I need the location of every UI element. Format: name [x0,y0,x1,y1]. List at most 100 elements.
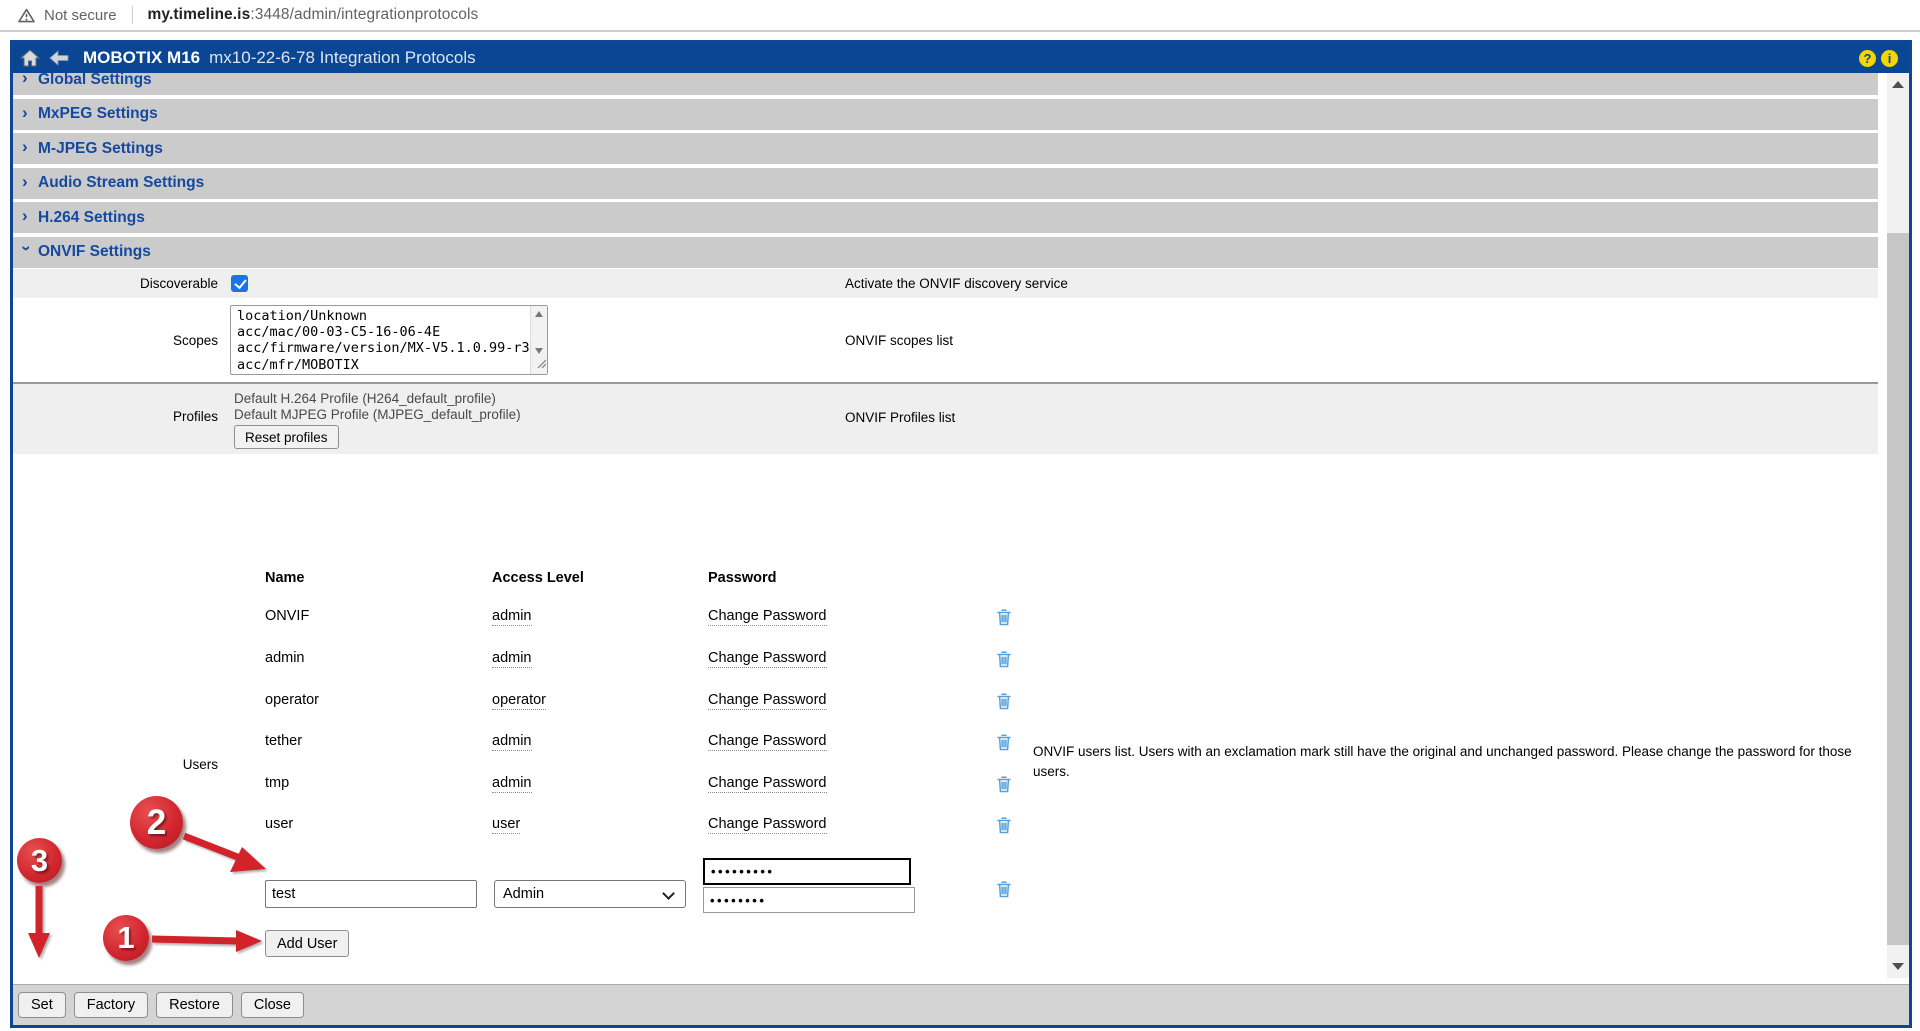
section-list: › Global Settings › MxPEG Settings › M-J… [13,73,1878,271]
section-label: M-JPEG Settings [38,140,163,158]
discoverable-description: Activate the ONVIF discovery service [845,269,1068,298]
footer-button-restore[interactable]: Restore [156,992,233,1018]
user-row-tether: tether admin Change Password [265,733,1055,753]
chevron-right-icon: › [22,138,32,155]
footer-button-set[interactable]: Set [18,992,66,1018]
scopes-label: Scopes [13,333,218,348]
help-icon[interactable]: ? [1859,50,1876,67]
back-icon[interactable] [49,50,69,66]
users-row: Users Name Access Level Password ONVIF a… [13,454,1878,978]
user-access-level: operator [492,692,546,710]
chevron-right-icon: › [22,207,32,224]
annotation-badge-1: 1 [103,915,149,961]
user-name: admin [265,650,305,666]
info-icon[interactable]: i [1881,50,1898,67]
user-access-level: admin [492,608,532,626]
change-password-link[interactable]: Change Password [708,816,827,834]
change-password-link[interactable]: Change Password [708,692,827,710]
discoverable-checkbox[interactable] [231,275,248,292]
profiles-label: Profiles [13,409,218,424]
url-host: my.timeline.is [148,6,251,23]
not-secure-label[interactable]: Not secure [44,7,117,24]
profiles-row: Profiles Default H.264 Profile (H264_def… [13,384,1878,454]
new-user-retype-password-input[interactable] [703,887,915,913]
screen: Not secure my.timeline.is:3448/admin/int… [0,0,1920,1031]
scroll-down-icon[interactable] [535,348,543,354]
section-label: MxPEG Settings [38,105,158,123]
section-header-mxpeg-settings[interactable]: › MxPEG Settings [13,99,1878,130]
user-name: tether [265,733,302,749]
section-label: ONVIF Settings [38,243,151,261]
profile-item: Default H.264 Profile (H264_default_prof… [234,391,496,406]
reset-profiles-button[interactable]: Reset profiles [234,425,339,449]
warning-icon [18,8,35,23]
profile-item: Default MJPEG Profile (MJPEG_default_pro… [234,407,521,422]
settings-content: › Global Settings › MxPEG Settings › M-J… [13,73,1909,978]
url-separator [132,6,133,24]
new-user-name-input[interactable] [265,880,477,908]
section-header-global-settings[interactable]: › Global Settings [13,73,1878,95]
delete-user-button[interactable] [997,651,1011,672]
access-level-selected: Admin [503,886,544,902]
section-header-onvif-settings[interactable]: › ONVIF Settings [13,237,1878,268]
scopes-textarea[interactable]: location/Unknown acc/mac/00-03-C5-16-06-… [230,305,548,375]
access-level-select[interactable]: Admin [494,880,686,908]
resize-grip-icon[interactable] [536,355,546,373]
discoverable-label: Discoverable [13,269,218,298]
scopes-value: location/Unknown acc/mac/00-03-C5-16-06-… [237,308,529,372]
scrollbar-thumb[interactable] [1887,233,1909,945]
footer-bar: Set Factory Restore Close [13,984,1909,1025]
user-access-level: admin [492,650,532,668]
delete-user-button[interactable] [997,734,1011,755]
change-password-link[interactable]: Change Password [708,650,827,668]
scopes-description: ONVIF scopes list [845,333,953,348]
annotation-arrow-3 [24,880,54,962]
footer-button-close[interactable]: Close [241,992,304,1018]
page-scrollbar[interactable] [1887,73,1909,978]
section-label: H.264 Settings [38,209,145,227]
footer-button-factory[interactable]: Factory [74,992,148,1018]
delete-user-button[interactable] [997,817,1011,838]
scroll-up-icon[interactable] [535,311,543,317]
app-brand: MOBOTIX M16 [83,48,200,68]
scrollbar-down-icon[interactable] [1892,963,1904,970]
users-description: ONVIF users list. Users with an exclamat… [1033,742,1878,781]
new-user-password-input[interactable] [703,858,911,885]
home-icon[interactable] [20,49,40,67]
page-title: mx10-22-6-78 Integration Protocols [209,48,475,68]
section-header-h-264-settings[interactable]: › H.264 Settings [13,202,1878,233]
change-password-link[interactable]: Change Password [708,733,827,751]
delete-user-button[interactable] [997,609,1011,630]
annotation-badge-2: 2 [130,796,183,849]
section-header-audio-stream-settings[interactable]: › Audio Stream Settings [13,168,1878,199]
delete-user-button[interactable] [997,776,1011,797]
user-row-onvif: ONVIF admin Change Password [265,608,1055,628]
add-user-button[interactable]: Add User [265,930,349,957]
delete-user-button[interactable] [997,693,1011,714]
scopes-row: Scopes location/Unknown acc/mac/00-03-C5… [13,298,1878,384]
delete-new-user-button[interactable] [997,881,1011,903]
url-path: :3448/admin/integrationprotocols [250,6,478,23]
discoverable-row: Discoverable Activate the ONVIF discover… [13,269,1878,298]
browser-address-bar: Not secure my.timeline.is:3448/admin/int… [0,0,1920,32]
profiles-description: ONVIF Profiles list [845,410,955,425]
select-chevron-icon [662,887,675,900]
user-row-operator: operator operator Change Password [265,692,1055,712]
titlebar-actions: ? i [1859,50,1898,67]
change-password-link[interactable]: Change Password [708,608,827,626]
scrollbar-up-icon[interactable] [1892,81,1904,88]
chevron-right-icon: › [19,245,36,255]
chevron-right-icon: › [22,73,32,86]
chevron-right-icon: › [22,173,32,190]
user-name: tmp [265,775,289,791]
app-titlebar: MOBOTIX M16 mx10-22-6-78 Integration Pro… [13,43,1909,73]
user-access-level: admin [492,775,532,793]
section-header-m-jpeg-settings[interactable]: › M-JPEG Settings [13,133,1878,164]
change-password-link[interactable]: Change Password [708,775,827,793]
user-row-tmp: tmp admin Change Password [265,775,1055,795]
user-row-admin: admin admin Change Password [265,650,1055,670]
user-name: ONVIF [265,608,309,624]
address-url[interactable]: my.timeline.is:3448/admin/integrationpro… [148,6,479,24]
section-label: Audio Stream Settings [38,174,204,192]
section-label: Global Settings [38,73,152,89]
